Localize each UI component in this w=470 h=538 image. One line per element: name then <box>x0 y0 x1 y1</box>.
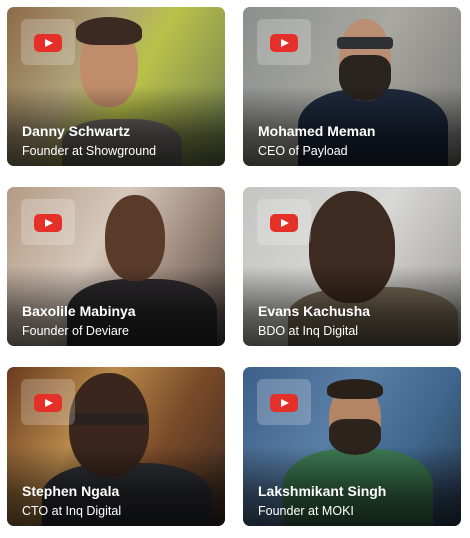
video-card-danny-schwartz[interactable]: Danny Schwartz Founder at Showground <box>7 7 225 166</box>
video-card-stephen-ngala[interactable]: Stephen Ngala CTO at Inq Digital <box>7 367 225 526</box>
youtube-play-icon <box>34 394 62 412</box>
video-card-evans-kachusha[interactable]: Evans Kachusha BDO at Inq Digital <box>243 187 461 346</box>
speaker-role: Founder at MOKI <box>258 504 354 518</box>
speaker-name: Mohamed Meman <box>258 123 376 139</box>
youtube-play-icon <box>270 34 298 52</box>
video-card-lakshmikant-singh[interactable]: Lakshmikant Singh Founder at MOKI <box>243 367 461 526</box>
speaker-role: CEO of Payload <box>258 144 348 158</box>
speaker-name: Lakshmikant Singh <box>258 483 387 499</box>
video-card-mohamed-meman[interactable]: Mohamed Meman CEO of Payload <box>243 7 461 166</box>
youtube-play-icon <box>34 34 62 52</box>
youtube-play-icon <box>270 214 298 232</box>
speaker-role: Founder of Deviare <box>22 324 130 338</box>
play-button[interactable] <box>21 19 75 65</box>
speaker-role: BDO at Inq Digital <box>258 324 359 338</box>
youtube-play-icon <box>270 394 298 412</box>
play-button[interactable] <box>257 379 311 425</box>
youtube-play-icon <box>34 214 62 232</box>
video-card-baxolile-mabinya[interactable]: Baxolile Mabinya Founder of Deviare <box>7 187 225 346</box>
play-button[interactable] <box>21 379 75 425</box>
play-button[interactable] <box>21 199 75 245</box>
play-button[interactable] <box>257 19 311 65</box>
play-button[interactable] <box>257 199 311 245</box>
speaker-name: Baxolile Mabinya <box>22 303 136 319</box>
speaker-role: Founder at Showground <box>22 144 157 158</box>
speaker-name: Evans Kachusha <box>258 303 371 319</box>
speaker-name: Danny Schwartz <box>22 123 131 139</box>
speaker-name: Stephen Ngala <box>22 483 120 499</box>
speaker-role: CTO at Inq Digital <box>22 504 122 518</box>
